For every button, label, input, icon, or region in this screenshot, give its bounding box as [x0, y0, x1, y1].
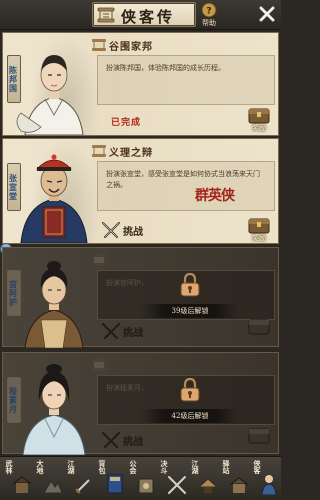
house-icon [229, 477, 249, 493]
book-icon [107, 474, 123, 494]
character-portrait [20, 154, 88, 243]
crossed-swords-icon [102, 432, 120, 448]
reward-chest-icon [248, 218, 270, 234]
challenge-label: 挑战 [123, 327, 143, 339]
reward-button [246, 314, 272, 344]
banner-icon [138, 478, 154, 494]
reward-label: 奖励 [252, 233, 266, 242]
scroll-icon [92, 39, 106, 51]
chapter-title: 义理之辩 [109, 147, 153, 159]
chapter-banner [91, 252, 181, 268]
lock-overlay: 39级后解锁 [141, 272, 239, 318]
story-card-cheng-suyue[interactable]: 程素月 扮演程素月， 42级后解锁 挑战 [0, 352, 281, 455]
challenge-button: 挑战 [101, 322, 157, 340]
character-name-tag: 宫阿护 [7, 270, 21, 316]
reward-button [246, 423, 272, 453]
chapter-banner [91, 357, 181, 373]
crossed-swords-icon [102, 323, 120, 339]
nav-label: 驿站 [222, 460, 231, 474]
card-panel: 陈邦国 谷围家邦 扮演陈邦国，体验陈邦国的成长历程。 已完成 奖励 [2, 32, 279, 136]
challenge-label: 挑战 [123, 226, 143, 238]
nav-item-juedou[interactable]: 决斗 [157, 457, 187, 500]
reward-chest-icon [248, 319, 270, 335]
svg-text:?: ? [206, 7, 211, 17]
card-panel: 张宣堂 义理之辩 扮演张宣堂，感受张宣堂是如何协式当浪荡来天门之祸。 群英侠 挑… [2, 138, 279, 244]
scroll-icon [97, 7, 115, 23]
chapter-title: 谷围家邦 [109, 41, 153, 53]
scroll-icon [92, 145, 106, 157]
close-icon[interactable] [257, 4, 277, 24]
nav-label: 江湖 [67, 460, 76, 474]
help-label: 帮助 [202, 19, 216, 27]
pavilion-icon [12, 476, 32, 493]
lock-icon [180, 272, 200, 297]
nav-label: 武林 [5, 460, 14, 474]
chapter-description: 扮演张宣堂，感受张宣堂是如何协式当浪荡来天门之祸。 [97, 161, 275, 211]
lock-overlay: 42级后解锁 [141, 377, 239, 423]
nav-item-xiake[interactable]: 侠客 [250, 457, 280, 500]
reward-button[interactable]: 奖励 [246, 103, 272, 133]
reward-chest-icon [248, 428, 270, 444]
nav-item-gonghui[interactable]: 公会 [126, 457, 156, 500]
bottom-nav: 武林 大地 江湖 背包 公会 决斗 江湖 驿站 侠客 [0, 456, 281, 500]
page-title: 侠客传 [121, 8, 176, 26]
chapter-banner: 谷围家邦 [91, 37, 181, 53]
nav-item-yizhan[interactable]: 驿站 [219, 457, 249, 500]
character-name-tag: 程素月 [7, 377, 21, 423]
crossed-swords-icon [168, 476, 186, 494]
hero-icon [261, 475, 277, 495]
help-icon: ? [201, 2, 217, 18]
nav-label: 大地 [36, 460, 45, 474]
unlock-level-text: 39级后解锁 [141, 304, 239, 318]
character-name-tag: 陈邦国 [7, 55, 21, 103]
header-bar: 侠客传 ? 帮助 [0, 0, 281, 30]
nav-label: 江湖 [191, 460, 200, 474]
scroll-icon [92, 359, 106, 371]
chapter-banner: 义理之辩 [91, 143, 181, 159]
mountain-icon [43, 480, 63, 494]
nav-label: 决斗 [160, 460, 169, 474]
character-portrait [16, 55, 84, 135]
help-button[interactable]: ? 帮助 [200, 2, 218, 28]
nav-label: 公会 [129, 460, 138, 474]
character-portrait [22, 364, 86, 455]
nav-item-jianghu-2[interactable]: 江湖 [188, 457, 218, 500]
nav-item-beibao[interactable]: 背包 [95, 457, 125, 500]
character-name-tag: 张宣堂 [7, 163, 21, 211]
lock-icon [180, 377, 200, 402]
hat-icon [198, 478, 218, 493]
scroll-icon [92, 254, 106, 266]
nav-label: 侠客 [253, 460, 262, 474]
calligraphy-logo: 群英侠 [195, 185, 235, 205]
reward-chest-icon [248, 108, 270, 124]
reward-label: 奖励 [252, 123, 266, 132]
nav-item-dadi[interactable]: 大地 [33, 457, 63, 500]
sword-icon [75, 479, 90, 494]
story-card-gong-ahu[interactable]: 宫阿护 扮演宫阿护， 39级后解锁 挑战 [0, 243, 281, 348]
title-plaque: 侠客传 [92, 2, 196, 27]
nav-item-jianghu[interactable]: 江湖 [64, 457, 94, 500]
completed-stamp: 已完成 [111, 118, 142, 128]
challenge-button[interactable]: 挑战 [101, 221, 157, 239]
crossed-swords-icon [102, 222, 120, 238]
reward-button[interactable]: 奖励 [246, 213, 272, 243]
chapter-description: 扮演陈邦国，体验陈邦国的成长历程。 [97, 55, 275, 105]
unlock-level-text: 42级后解锁 [141, 409, 239, 423]
nav-label: 背包 [98, 460, 107, 474]
challenge-button: 挑战 [101, 431, 157, 449]
card-panel: 程素月 扮演程素月， 42级后解锁 挑战 [2, 352, 279, 455]
challenge-label: 挑战 [123, 436, 143, 448]
character-portrait [24, 261, 84, 348]
nav-item-wulin[interactable]: 武林 [2, 457, 32, 500]
story-card-chen-bangguo[interactable]: 陈邦国 谷围家邦 扮演陈邦国，体验陈邦国的成长历程。 已完成 奖励 [0, 32, 281, 136]
card-panel: 宫阿护 扮演宫阿护， 39级后解锁 挑战 [2, 247, 279, 348]
story-card-zhang-xuantang[interactable]: 张宣堂 义理之辩 扮演张宣堂，感受张宣堂是如何协式当浪荡来天门之祸。 群英侠 挑… [0, 138, 281, 244]
calligraphy-text: 群英侠 [195, 188, 235, 204]
